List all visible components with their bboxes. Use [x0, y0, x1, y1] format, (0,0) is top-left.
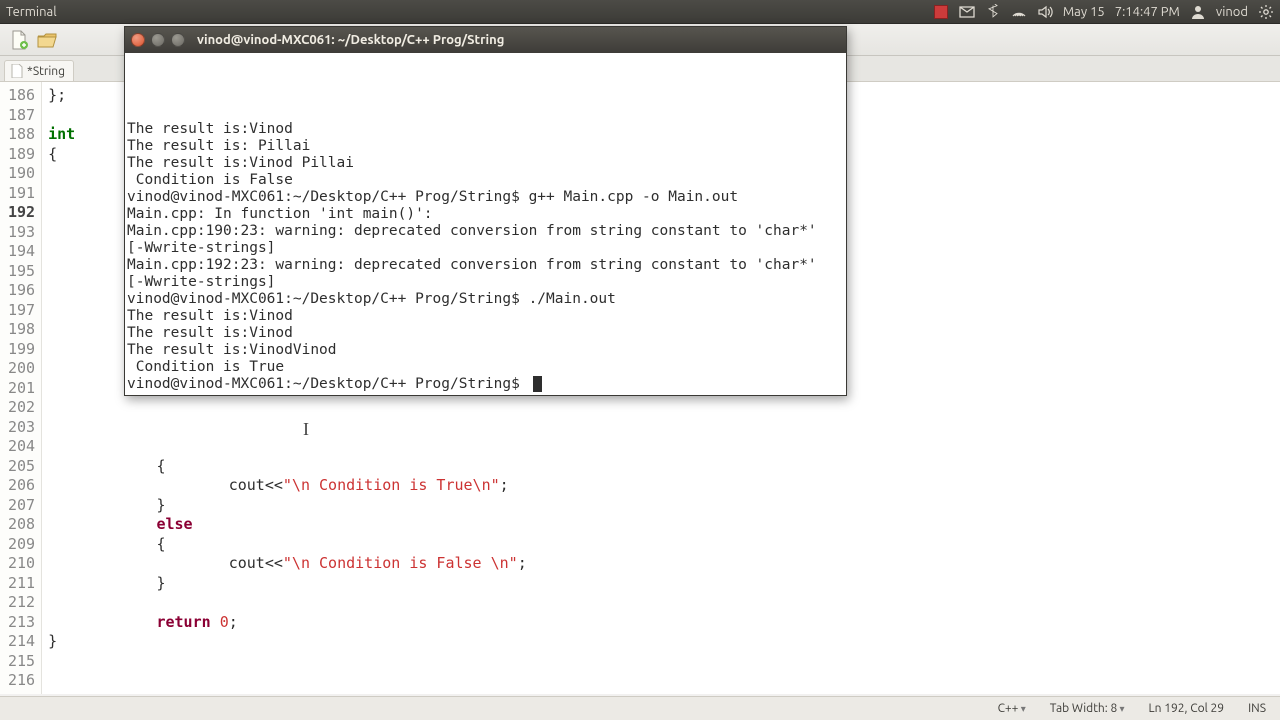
terminal-line: vinod@vinod-MXC061:~/Desktop/C++ Prog/St…: [127, 189, 844, 206]
code-line[interactable]: cout<<"\n Condition is False \n";: [48, 554, 527, 574]
status-language[interactable]: C++: [998, 702, 1026, 715]
terminal-line: Main.cpp:190:23: warning: deprecated con…: [127, 223, 844, 240]
code-line[interactable]: else: [48, 515, 527, 535]
line-number: 193: [8, 223, 35, 243]
code-line[interactable]: [48, 437, 527, 457]
line-number: 199: [8, 340, 35, 360]
terminal-line: vinod@vinod-MXC061:~/Desktop/C++ Prog/St…: [127, 376, 844, 393]
code-line[interactable]: {: [48, 457, 527, 477]
window-maximize-icon[interactable]: [171, 33, 185, 47]
line-number: 192: [8, 203, 35, 223]
terminal-line: Main.cpp: In function 'int main()':: [127, 206, 844, 223]
terminal-window[interactable]: vinod@vinod-MXC061: ~/Desktop/C++ Prog/S…: [124, 26, 847, 396]
terminal-line: The result is:Vinod: [127, 325, 844, 342]
line-number: 213: [8, 613, 35, 633]
document-icon: [11, 64, 23, 78]
line-number: 215: [8, 652, 35, 672]
line-number: 201: [8, 379, 35, 399]
line-number: 211: [8, 574, 35, 594]
line-number: 200: [8, 359, 35, 379]
app-title: Terminal: [6, 5, 57, 19]
terminal-line: The result is: Pillai: [127, 138, 844, 155]
line-number: 208: [8, 515, 35, 535]
open-file-icon[interactable]: [36, 29, 58, 51]
line-number: 203: [8, 418, 35, 438]
record-indicator-icon[interactable]: [933, 4, 949, 20]
bluetooth-icon[interactable]: [985, 4, 1001, 20]
terminal-line: The result is:VinodVinod: [127, 342, 844, 359]
terminal-line: The result is:Vinod: [127, 121, 844, 138]
line-number: 204: [8, 437, 35, 457]
line-number: 194: [8, 242, 35, 262]
code-line[interactable]: [48, 593, 527, 613]
terminal-line: vinod@vinod-MXC061:~/Desktop/C++ Prog/St…: [127, 291, 844, 308]
line-number: 209: [8, 535, 35, 555]
network-icon[interactable]: [1011, 4, 1027, 20]
line-number: 186: [8, 86, 35, 106]
new-file-icon[interactable]: [8, 29, 30, 51]
terminal-line: The result is:Vinod Pillai: [127, 155, 844, 172]
terminal-titlebar[interactable]: vinod@vinod-MXC061: ~/Desktop/C++ Prog/S…: [125, 27, 846, 53]
line-number: 191: [8, 184, 35, 204]
code-line[interactable]: return 0;: [48, 613, 527, 633]
panel-user[interactable]: vinod: [1216, 5, 1248, 19]
line-number: 205: [8, 457, 35, 477]
code-line[interactable]: }: [48, 496, 527, 516]
line-number: 210: [8, 554, 35, 574]
terminal-line: Condition is False: [127, 172, 844, 189]
panel-date[interactable]: May 15: [1063, 5, 1105, 19]
text-cursor-ibeam-icon: I: [303, 421, 309, 438]
settings-gear-icon[interactable]: [1258, 4, 1274, 20]
window-close-icon[interactable]: [131, 33, 145, 47]
terminal-line: The result is:Vinod: [127, 308, 844, 325]
terminal-line: [-Wwrite-strings]: [127, 240, 844, 257]
code-line[interactable]: }: [48, 632, 527, 652]
line-number: 196: [8, 281, 35, 301]
volume-icon[interactable]: [1037, 4, 1053, 20]
line-number: 216: [8, 671, 35, 691]
status-tabwidth[interactable]: Tab Width: 8: [1050, 702, 1125, 715]
window-minimize-icon[interactable]: [151, 33, 165, 47]
line-number: 206: [8, 476, 35, 496]
terminal-title: vinod@vinod-MXC061: ~/Desktop/C++ Prog/S…: [197, 33, 504, 47]
top-panel: Terminal May 15 7:14:47 PM vinod: [0, 0, 1280, 24]
line-number: 202: [8, 398, 35, 418]
status-bar: C++ Tab Width: 8 Ln 192, Col 29 INS: [0, 696, 1280, 720]
code-line[interactable]: {: [48, 535, 527, 555]
line-number: 212: [8, 593, 35, 613]
status-position: Ln 192, Col 29: [1149, 702, 1225, 715]
code-line[interactable]: [48, 652, 527, 672]
line-number: 197: [8, 301, 35, 321]
code-line[interactable]: [48, 398, 527, 418]
terminal-line: Main.cpp:192:23: warning: deprecated con…: [127, 257, 844, 274]
line-number: 198: [8, 320, 35, 340]
line-number: 190: [8, 164, 35, 184]
line-number: 189: [8, 145, 35, 165]
line-number-gutter: 1861871881891901911921931941951961971981…: [0, 82, 42, 694]
code-line[interactable]: [48, 671, 527, 691]
terminal-line: [-Wwrite-strings]: [127, 274, 844, 291]
code-line[interactable]: }: [48, 574, 527, 594]
terminal-line: Condition is True: [127, 359, 844, 376]
terminal-body[interactable]: I The result is:VinodThe result is: Pill…: [125, 53, 846, 395]
terminal-cursor: [533, 376, 542, 392]
status-mode[interactable]: INS: [1248, 702, 1266, 715]
user-icon: [1190, 4, 1206, 20]
editor-tab-active[interactable]: *String: [4, 60, 74, 81]
mail-icon[interactable]: [959, 4, 975, 20]
line-number: 207: [8, 496, 35, 516]
panel-time[interactable]: 7:14:47 PM: [1115, 5, 1180, 19]
code-line[interactable]: cout<<"\n Condition is True\n";: [48, 476, 527, 496]
line-number: 195: [8, 262, 35, 282]
line-number: 214: [8, 632, 35, 652]
editor-tab-label: *String: [27, 65, 65, 78]
code-line[interactable]: [48, 418, 527, 438]
line-number: 187: [8, 106, 35, 126]
line-number: 188: [8, 125, 35, 145]
